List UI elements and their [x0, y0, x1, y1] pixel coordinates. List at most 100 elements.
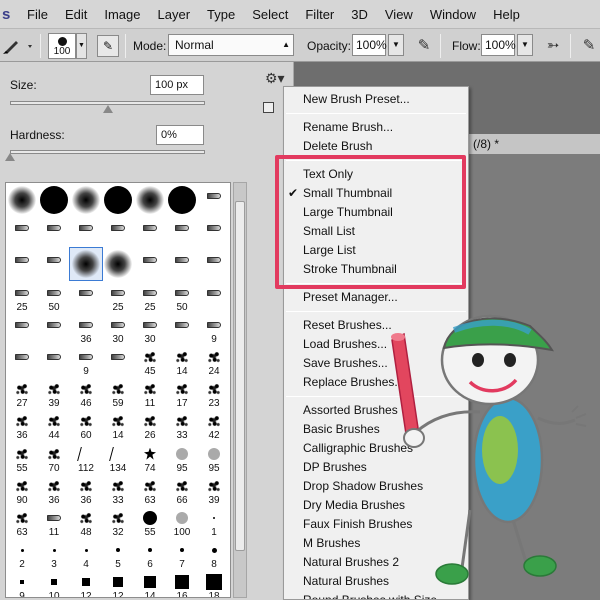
- menu-item-rename-brush[interactable]: Rename Brush...: [284, 118, 468, 137]
- brush-thumbnail[interactable]: 17: [166, 377, 198, 409]
- size-slider-thumb[interactable]: [102, 105, 113, 113]
- brush-thumbnail[interactable]: 36: [70, 313, 102, 345]
- brush-thumbnail[interactable]: 32: [102, 506, 134, 538]
- brush-thumbnail[interactable]: [70, 216, 102, 248]
- menu-item-new-brush-preset[interactable]: New Brush Preset...: [284, 90, 468, 109]
- menu-item-delete-brush[interactable]: Delete Brush: [284, 137, 468, 156]
- flow-field[interactable]: 100%: [481, 34, 516, 56]
- brush-thumbnail[interactable]: 9: [6, 570, 38, 597]
- brush-thumbnail[interactable]: [134, 184, 166, 216]
- brush-thumbnail[interactable]: 24: [198, 345, 230, 377]
- brush-grid-scrollbar[interactable]: [233, 182, 247, 598]
- brush-thumbnail[interactable]: 90: [6, 474, 38, 506]
- brush-thumbnail[interactable]: 30: [102, 313, 134, 345]
- brush-thumbnail[interactable]: 3: [38, 538, 70, 570]
- brush-thumbnail[interactable]: 4: [70, 538, 102, 570]
- brush-thumbnail[interactable]: 50: [166, 281, 198, 313]
- brush-thumbnail[interactable]: 95: [166, 442, 198, 474]
- toggle-brush-panel-icon[interactable]: ✎: [97, 35, 119, 57]
- brush-thumbnail[interactable]: [38, 313, 70, 345]
- hardness-slider-track[interactable]: [10, 150, 205, 154]
- scrollbar-thumb[interactable]: [235, 201, 245, 551]
- brush-thumbnail[interactable]: 27: [6, 377, 38, 409]
- mode-select[interactable]: Normal ▲: [168, 34, 294, 56]
- brush-thumbnail[interactable]: 70: [38, 442, 70, 474]
- brush-thumbnail[interactable]: 25: [134, 281, 166, 313]
- brush-thumbnail[interactable]: [198, 281, 230, 313]
- brush-thumbnail[interactable]: 44: [38, 409, 70, 441]
- brush-thumbnail[interactable]: 7: [166, 538, 198, 570]
- brush-thumbnail[interactable]: 63: [134, 474, 166, 506]
- brush-thumbnail[interactable]: 1: [198, 506, 230, 538]
- brush-thumbnail[interactable]: 36: [38, 474, 70, 506]
- brush-thumbnail[interactable]: [38, 216, 70, 248]
- brush-preset-preview[interactable]: 100: [48, 33, 76, 59]
- brush-thumbnail[interactable]: 18: [198, 570, 230, 597]
- menu-edit[interactable]: Edit: [56, 7, 95, 22]
- menu-type[interactable]: Type: [198, 7, 243, 22]
- new-preset-icon[interactable]: [263, 102, 274, 113]
- menu-3d[interactable]: 3D: [342, 7, 376, 22]
- brush-thumbnail[interactable]: 11: [38, 506, 70, 538]
- airbrush-icon[interactable]: ➳: [542, 35, 564, 57]
- brush-thumbnail[interactable]: 2: [6, 538, 38, 570]
- brush-thumbnail[interactable]: [6, 313, 38, 345]
- brush-thumbnail[interactable]: 26: [134, 409, 166, 441]
- brush-thumbnail[interactable]: [166, 313, 198, 345]
- brush-thumbnail[interactable]: 45: [134, 345, 166, 377]
- brush-preset-dropdown[interactable]: ▼: [76, 33, 87, 59]
- brush-thumbnail[interactable]: 112: [70, 442, 102, 474]
- brush-thumbnail[interactable]: [134, 248, 166, 280]
- brush-thumbnail[interactable]: 134: [102, 442, 134, 474]
- pressure-opacity-icon[interactable]: ✎: [413, 35, 435, 57]
- menu-filter[interactable]: Filter: [296, 7, 342, 22]
- brush-thumbnail[interactable]: 14: [102, 409, 134, 441]
- brush-thumbnail[interactable]: 59: [102, 377, 134, 409]
- brush-thumbnail[interactable]: 55: [6, 442, 38, 474]
- menu-view[interactable]: View: [376, 7, 421, 22]
- menu-layer[interactable]: Layer: [149, 7, 199, 22]
- opacity-field[interactable]: 100%: [352, 34, 387, 56]
- brush-thumbnail[interactable]: 60: [70, 409, 102, 441]
- brush-thumbnail[interactable]: 30: [134, 313, 166, 345]
- brush-thumbnail[interactable]: [166, 184, 198, 216]
- brush-thumbnail[interactable]: 6: [134, 538, 166, 570]
- brush-thumbnail[interactable]: 74: [134, 442, 166, 474]
- brush-thumbnail[interactable]: 12: [102, 570, 134, 597]
- brush-thumbnail[interactable]: 14: [166, 345, 198, 377]
- brush-thumbnail[interactable]: [6, 184, 38, 216]
- brush-thumbnail[interactable]: [198, 248, 230, 280]
- brush-thumbnail[interactable]: 66: [166, 474, 198, 506]
- menu-select[interactable]: Select: [243, 7, 296, 22]
- document-tab[interactable]: (/8) *: [466, 134, 600, 154]
- brush-thumbnail[interactable]: 33: [102, 474, 134, 506]
- brush-thumbnail[interactable]: 46: [70, 377, 102, 409]
- brush-thumbnail[interactable]: [102, 216, 134, 248]
- brush-tool-icon[interactable]: [2, 36, 36, 56]
- brush-thumbnail[interactable]: 25: [6, 281, 38, 313]
- flow-dropdown[interactable]: ▼: [517, 34, 533, 56]
- brush-thumbnail[interactable]: [166, 248, 198, 280]
- brush-thumbnail[interactable]: 50: [38, 281, 70, 313]
- brush-thumbnail[interactable]: 14: [134, 570, 166, 597]
- brush-thumbnail[interactable]: [70, 281, 102, 313]
- brush-thumbnail[interactable]: 39: [198, 474, 230, 506]
- brush-thumbnail[interactable]: 100: [166, 506, 198, 538]
- brush-thumbnail[interactable]: [69, 247, 103, 282]
- brush-thumbnail[interactable]: [102, 184, 134, 216]
- menu-help[interactable]: Help: [484, 7, 528, 22]
- brush-thumbnail[interactable]: [38, 248, 70, 280]
- hardness-field[interactable]: 0%: [156, 125, 204, 145]
- brush-thumbnail[interactable]: [134, 216, 166, 248]
- brush-thumbnail[interactable]: [6, 216, 38, 248]
- gear-icon[interactable]: ⚙▾: [265, 70, 285, 87]
- brush-thumbnail[interactable]: [102, 248, 134, 280]
- brush-thumbnail[interactable]: [38, 184, 70, 216]
- brush-thumbnail[interactable]: 55: [134, 506, 166, 538]
- brush-thumbnail[interactable]: 23: [198, 377, 230, 409]
- brush-thumbnail[interactable]: 11: [134, 377, 166, 409]
- menu-window[interactable]: Window: [421, 7, 484, 22]
- size-field[interactable]: 100 px: [150, 75, 204, 95]
- brush-thumbnail[interactable]: 42: [198, 409, 230, 441]
- brush-thumbnail[interactable]: [198, 184, 230, 216]
